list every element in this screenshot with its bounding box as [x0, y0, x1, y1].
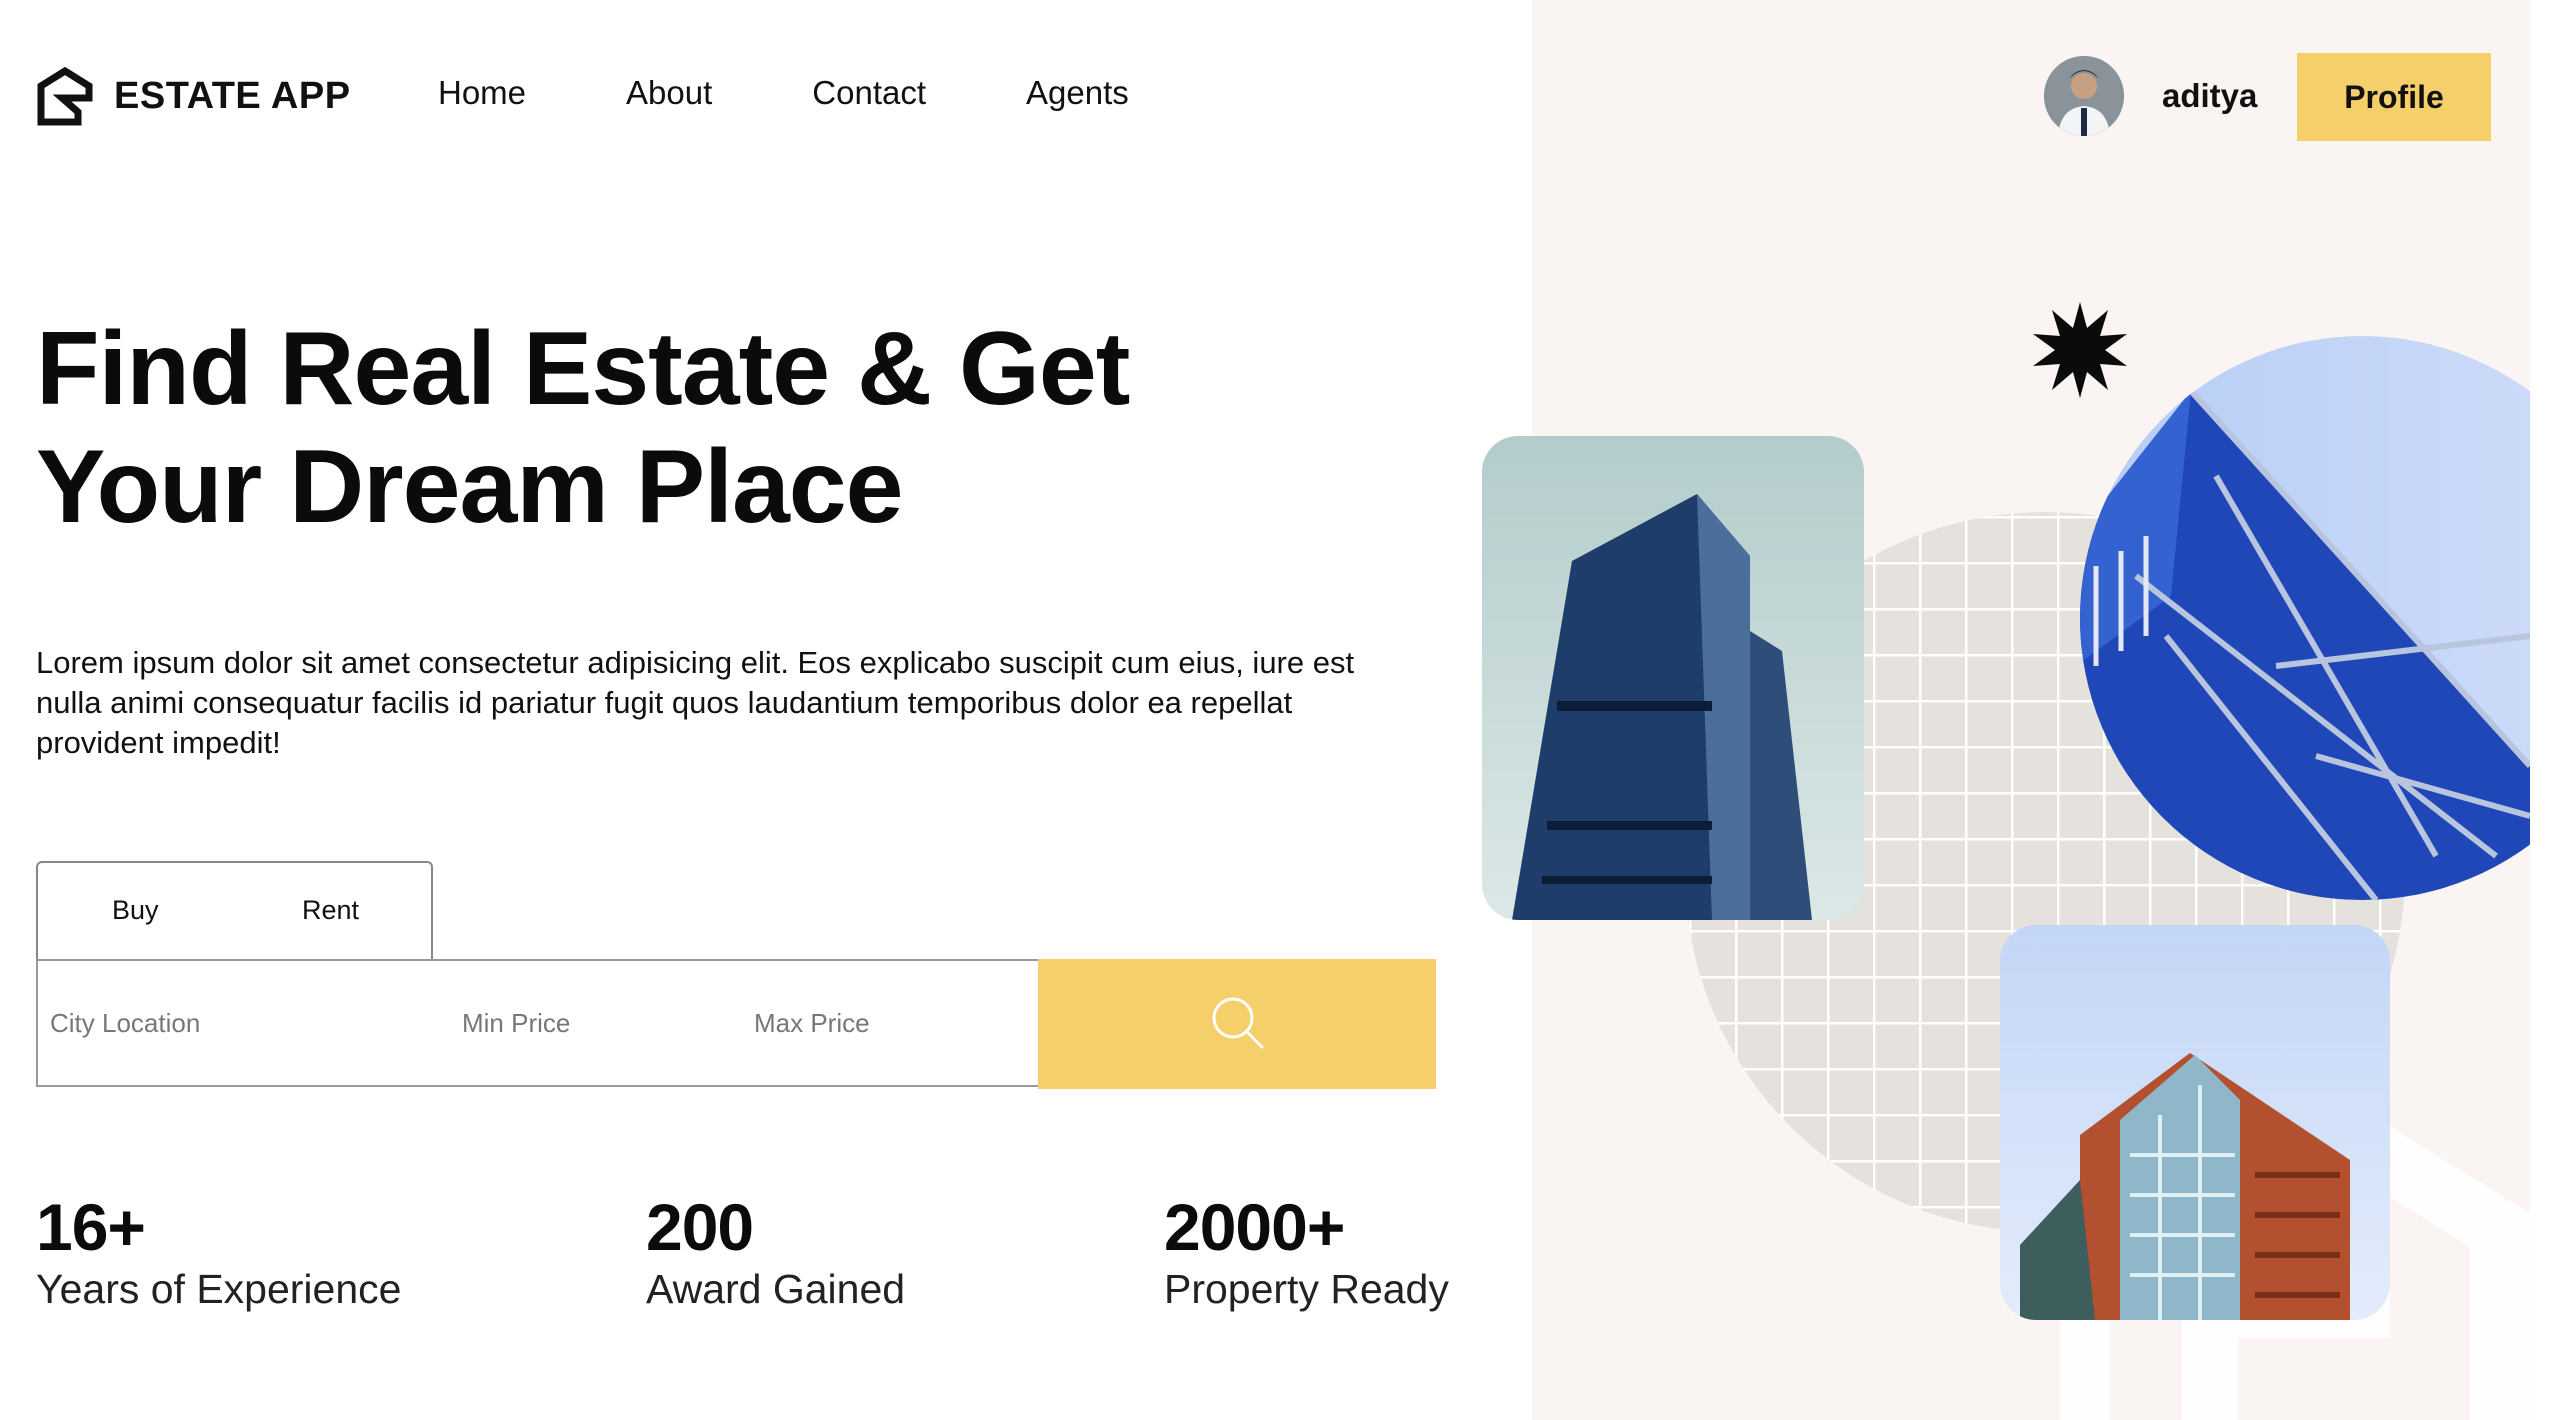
search-icon — [1212, 997, 1264, 1049]
stat-awards: 200 Award Gained — [646, 1190, 905, 1314]
nav-home-link[interactable]: Home — [438, 74, 526, 112]
nav-about-link[interactable]: About — [626, 74, 712, 112]
user-avatar[interactable] — [2044, 56, 2124, 136]
hero-title: Find Real Estate & Get Your Dream Place — [36, 311, 1130, 545]
building-photo-glass — [2080, 336, 2530, 900]
tab-buy[interactable]: Buy — [112, 895, 159, 926]
building-photo-brick — [2000, 925, 2390, 1320]
search-type-tabs: Buy Rent — [36, 861, 433, 961]
stat-properties: 2000+ Property Ready — [1164, 1190, 1449, 1314]
main-nav: Home About Contact Agents — [438, 74, 1229, 112]
stat-value: 200 — [646, 1190, 754, 1264]
tab-rent[interactable]: Rent — [302, 895, 359, 926]
stat-label: Years of Experience — [36, 1266, 402, 1312]
city-location-input[interactable]: City Location — [50, 1008, 200, 1039]
stat-label: Property Ready — [1164, 1266, 1449, 1312]
hero-description: Lorem ipsum dolor sit amet consectetur a… — [36, 645, 1355, 760]
nav-agents-link[interactable]: Agents — [1026, 74, 1129, 112]
profile-button[interactable]: Profile — [2297, 53, 2491, 141]
search-button[interactable] — [1038, 959, 1436, 1089]
min-price-input[interactable]: Min Price — [462, 1008, 570, 1039]
search-bar: City Location Min Price Max Price — [36, 959, 1436, 1089]
stat-value: 16+ — [36, 1190, 146, 1264]
stat-label: Award Gained — [646, 1266, 906, 1312]
user-menu[interactable]: aditya — [2044, 56, 2257, 136]
max-price-input[interactable]: Max Price — [754, 1008, 870, 1039]
nav-contact-link[interactable]: Contact — [812, 74, 926, 112]
username: aditya — [2162, 77, 2258, 114]
person-icon — [2044, 56, 2124, 136]
stat-experience: 16+ Years of Experience — [36, 1190, 401, 1314]
house-logo-icon — [37, 66, 93, 126]
building-photo-skyscraper — [1482, 436, 1864, 920]
stat-value: 2000+ — [1164, 1190, 1345, 1264]
brand-logo[interactable]: ESTATE APP — [36, 66, 351, 126]
top-navbar: ESTATE APP Home About Contact Agents adi… — [0, 0, 2556, 200]
brand-name: ESTATE APP — [114, 74, 351, 117]
page-edge — [2530, 0, 2556, 1420]
